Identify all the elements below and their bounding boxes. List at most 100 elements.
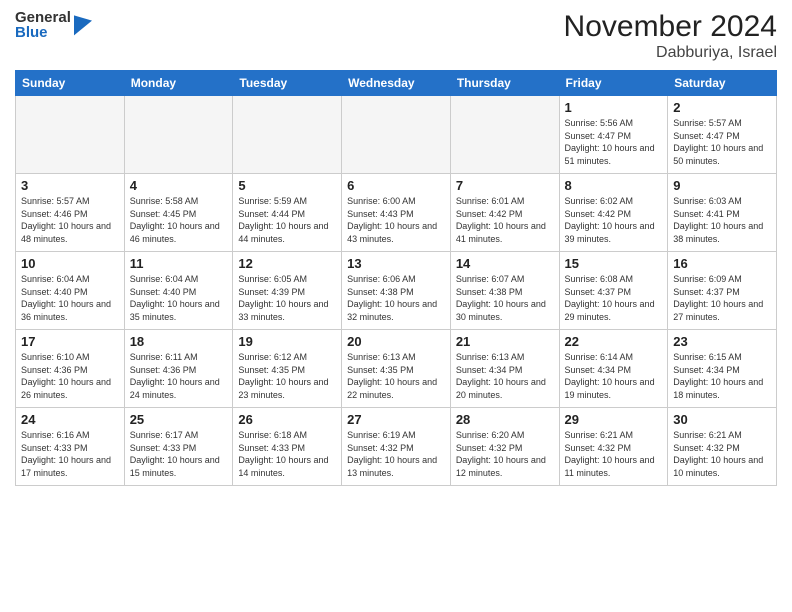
day-info: Sunrise: 6:19 AM Sunset: 4:32 PM Dayligh… — [347, 429, 445, 479]
calendar-cell-w2-d5: 7 Sunrise: 6:01 AM Sunset: 4:42 PM Daylig… — [450, 174, 559, 252]
calendar-cell-w5-d5: 28 Sunrise: 6:20 AM Sunset: 4:32 PM Dayli… — [450, 408, 559, 486]
day-number: 11 — [130, 256, 228, 271]
week-row-2: 3 Sunrise: 5:57 AM Sunset: 4:46 PM Daylig… — [16, 174, 777, 252]
day-number: 29 — [565, 412, 663, 427]
day-number: 6 — [347, 178, 445, 193]
calendar-cell-w4-d5: 21Sunrise: 6:13 AM Sunset: 4:34 PM Dayli… — [450, 330, 559, 408]
title-block: November 2024 Dabburiya, Israel — [564, 10, 777, 62]
day-info: Sunrise: 5:57 AM Sunset: 4:47 PM Dayligh… — [673, 117, 771, 167]
day-info: Sunrise: 6:09 AM Sunset: 4:37 PM Dayligh… — [673, 273, 771, 323]
day-info: Sunrise: 5:56 AM Sunset: 4:47 PM Dayligh… — [565, 117, 663, 167]
header-thursday: Thursday — [450, 71, 559, 96]
calendar-cell-w4-d3: 19 Sunrise: 6:12 AM Sunset: 4:35 PM Dayli… — [233, 330, 342, 408]
day-info: Sunrise: 6:21 AM Sunset: 4:32 PM Dayligh… — [565, 429, 663, 479]
calendar-cell-w4-d4: 20Sunrise: 6:13 AM Sunset: 4:35 PM Dayli… — [342, 330, 451, 408]
day-info: Sunrise: 6:04 AM Sunset: 4:40 PM Dayligh… — [130, 273, 228, 323]
calendar-cell-w4-d2: 18 Sunrise: 6:11 AM Sunset: 4:36 PM Dayli… — [124, 330, 233, 408]
logo: General Blue — [15, 10, 92, 40]
calendar-cell-w3-d6: 15Sunrise: 6:08 AM Sunset: 4:37 PM Dayli… — [559, 252, 668, 330]
calendar-cell-w5-d7: 30 Sunrise: 6:21 AM Sunset: 4:32 PM Dayli… — [668, 408, 777, 486]
calendar-cell-w1-d3 — [233, 96, 342, 174]
day-number: 18 — [130, 334, 228, 349]
header-saturday: Saturday — [668, 71, 777, 96]
day-number: 2 — [673, 100, 771, 115]
header-sunday: Sunday — [16, 71, 125, 96]
day-info: Sunrise: 6:14 AM Sunset: 4:34 PM Dayligh… — [565, 351, 663, 401]
day-number: 7 — [456, 178, 554, 193]
calendar-cell-w2-d7: 9 Sunrise: 6:03 AM Sunset: 4:41 PM Daylig… — [668, 174, 777, 252]
day-info: Sunrise: 6:10 AM Sunset: 4:36 PM Dayligh… — [21, 351, 119, 401]
day-number: 30 — [673, 412, 771, 427]
calendar-cell-w3-d2: 11 Sunrise: 6:04 AM Sunset: 4:40 PM Dayli… — [124, 252, 233, 330]
weekday-header-row: Sunday Monday Tuesday Wednesday Thursday… — [16, 71, 777, 96]
day-info: Sunrise: 6:04 AM Sunset: 4:40 PM Dayligh… — [21, 273, 119, 323]
day-number: 17 — [21, 334, 119, 349]
day-info: Sunrise: 6:00 AM Sunset: 4:43 PM Dayligh… — [347, 195, 445, 245]
header-monday: Monday — [124, 71, 233, 96]
calendar-cell-w2-d6: 8Sunrise: 6:02 AM Sunset: 4:42 PM Daylig… — [559, 174, 668, 252]
logo-text: General Blue — [15, 10, 71, 40]
day-number: 1 — [565, 100, 663, 115]
calendar-cell-w3-d4: 13Sunrise: 6:06 AM Sunset: 4:38 PM Dayli… — [342, 252, 451, 330]
calendar-cell-w3-d3: 12 Sunrise: 6:05 AM Sunset: 4:39 PM Dayli… — [233, 252, 342, 330]
calendar-cell-w3-d7: 16 Sunrise: 6:09 AM Sunset: 4:37 PM Dayli… — [668, 252, 777, 330]
day-info: Sunrise: 6:13 AM Sunset: 4:34 PM Dayligh… — [456, 351, 554, 401]
day-number: 16 — [673, 256, 771, 271]
day-info: Sunrise: 6:02 AM Sunset: 4:42 PM Dayligh… — [565, 195, 663, 245]
day-number: 24 — [21, 412, 119, 427]
day-info: Sunrise: 6:18 AM Sunset: 4:33 PM Dayligh… — [238, 429, 336, 479]
day-number: 12 — [238, 256, 336, 271]
day-number: 5 — [238, 178, 336, 193]
calendar-cell-w2-d3: 5Sunrise: 5:59 AM Sunset: 4:44 PM Daylig… — [233, 174, 342, 252]
calendar-cell-w1-d4 — [342, 96, 451, 174]
day-info: Sunrise: 6:01 AM Sunset: 4:42 PM Dayligh… — [456, 195, 554, 245]
calendar-cell-w2-d1: 3 Sunrise: 5:57 AM Sunset: 4:46 PM Daylig… — [16, 174, 125, 252]
day-info: Sunrise: 6:12 AM Sunset: 4:35 PM Dayligh… — [238, 351, 336, 401]
day-info: Sunrise: 5:58 AM Sunset: 4:45 PM Dayligh… — [130, 195, 228, 245]
day-number: 28 — [456, 412, 554, 427]
day-info: Sunrise: 6:21 AM Sunset: 4:32 PM Dayligh… — [673, 429, 771, 479]
calendar-cell-w3-d5: 14Sunrise: 6:07 AM Sunset: 4:38 PM Dayli… — [450, 252, 559, 330]
calendar-cell-w1-d1 — [16, 96, 125, 174]
day-number: 13 — [347, 256, 445, 271]
calendar-cell-w5-d2: 25Sunrise: 6:17 AM Sunset: 4:33 PM Dayli… — [124, 408, 233, 486]
day-info: Sunrise: 6:20 AM Sunset: 4:32 PM Dayligh… — [456, 429, 554, 479]
page-container: General Blue November 2024 Dabburiya, Is… — [0, 0, 792, 496]
header-wednesday: Wednesday — [342, 71, 451, 96]
calendar-cell-w1-d6: 1 Sunrise: 5:56 AM Sunset: 4:47 PM Daylig… — [559, 96, 668, 174]
calendar-cell-w2-d2: 4 Sunrise: 5:58 AM Sunset: 4:45 PM Daylig… — [124, 174, 233, 252]
week-row-1: 1 Sunrise: 5:56 AM Sunset: 4:47 PM Daylig… — [16, 96, 777, 174]
day-info: Sunrise: 6:16 AM Sunset: 4:33 PM Dayligh… — [21, 429, 119, 479]
day-number: 27 — [347, 412, 445, 427]
day-number: 23 — [673, 334, 771, 349]
header-friday: Friday — [559, 71, 668, 96]
month-title: November 2024 — [564, 10, 777, 44]
day-info: Sunrise: 6:05 AM Sunset: 4:39 PM Dayligh… — [238, 273, 336, 323]
calendar-cell-w5-d4: 27 Sunrise: 6:19 AM Sunset: 4:32 PM Dayli… — [342, 408, 451, 486]
day-number: 19 — [238, 334, 336, 349]
day-info: Sunrise: 6:03 AM Sunset: 4:41 PM Dayligh… — [673, 195, 771, 245]
day-number: 25 — [130, 412, 228, 427]
calendar-cell-w1-d5 — [450, 96, 559, 174]
day-number: 9 — [673, 178, 771, 193]
logo-triangle-icon — [74, 11, 92, 36]
day-number: 10 — [21, 256, 119, 271]
calendar-cell-w4-d6: 22 Sunrise: 6:14 AM Sunset: 4:34 PM Dayli… — [559, 330, 668, 408]
location: Dabburiya, Israel — [564, 44, 777, 62]
day-number: 14 — [456, 256, 554, 271]
week-row-3: 10 Sunrise: 6:04 AM Sunset: 4:40 PM Dayli… — [16, 252, 777, 330]
week-row-4: 17 Sunrise: 6:10 AM Sunset: 4:36 PM Dayli… — [16, 330, 777, 408]
calendar-cell-w2-d4: 6 Sunrise: 6:00 AM Sunset: 4:43 PM Daylig… — [342, 174, 451, 252]
calendar-cell-w3-d1: 10 Sunrise: 6:04 AM Sunset: 4:40 PM Dayli… — [16, 252, 125, 330]
day-number: 4 — [130, 178, 228, 193]
calendar-table: Sunday Monday Tuesday Wednesday Thursday… — [15, 70, 777, 486]
header: General Blue November 2024 Dabburiya, Is… — [15, 10, 777, 62]
day-number: 3 — [21, 178, 119, 193]
calendar-cell-w5-d6: 29 Sunrise: 6:21 AM Sunset: 4:32 PM Dayli… — [559, 408, 668, 486]
logo-blue: Blue — [15, 25, 71, 40]
day-info: Sunrise: 6:13 AM Sunset: 4:35 PM Dayligh… — [347, 351, 445, 401]
logo-general: General — [15, 10, 71, 25]
day-info: Sunrise: 6:11 AM Sunset: 4:36 PM Dayligh… — [130, 351, 228, 401]
day-number: 22 — [565, 334, 663, 349]
day-info: Sunrise: 5:57 AM Sunset: 4:46 PM Dayligh… — [21, 195, 119, 245]
